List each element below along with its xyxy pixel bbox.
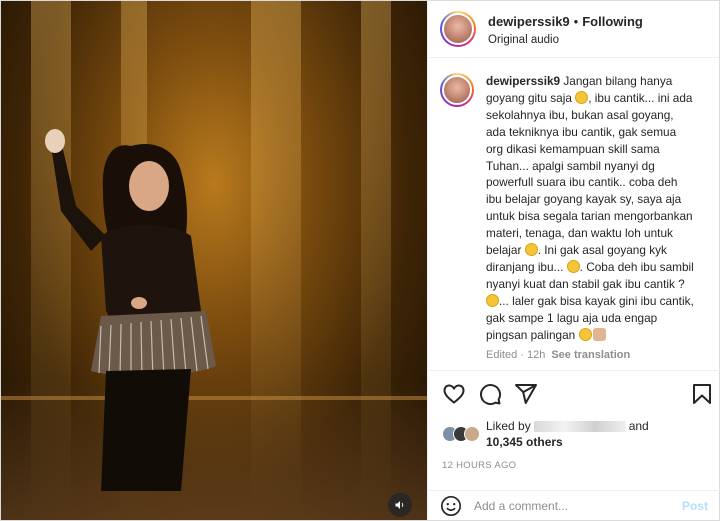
laughing-emoji-icon — [575, 90, 589, 104]
caption-text: , ibu cantik... ini ada sekolahnya ibu, … — [486, 90, 693, 258]
liked-by-label: Liked by — [486, 419, 531, 433]
author-username[interactable]: dewiperssik9 — [488, 14, 570, 29]
comment-form: Post — [428, 490, 720, 520]
action-bar — [428, 372, 720, 416]
likes-summary: Liked by and 10,345 others — [486, 418, 649, 450]
sound-toggle-button[interactable] — [388, 493, 412, 517]
caption-username[interactable]: dewiperssik9 — [486, 74, 560, 88]
caption: dewiperssik9 Jangan bilang hanya goyang … — [440, 73, 696, 363]
comment-input[interactable] — [474, 498, 682, 513]
comments-section[interactable]: dewiperssik9 Jangan bilang hanya goyang … — [428, 59, 720, 371]
others-count-link[interactable]: 10,345 others — [486, 435, 563, 449]
caption-body: dewiperssik9 Jangan bilang hanya goyang … — [486, 73, 696, 363]
separator-dot: • — [573, 13, 579, 29]
speaker-icon — [395, 501, 404, 509]
heart-icon[interactable] — [442, 382, 466, 406]
dancer-figure — [45, 129, 216, 491]
post-side-panel: dewiperssik9 • Following Original audio de… — [427, 1, 720, 520]
post-time[interactable]: 12 HOURS AGO — [442, 460, 516, 471]
author-avatar[interactable] — [440, 11, 476, 47]
see-translation-link[interactable]: See translation — [551, 349, 630, 361]
and-label: and — [628, 419, 649, 433]
caption-author-avatar[interactable] — [440, 73, 474, 107]
likes-row: Liked by and 10,345 others — [442, 418, 649, 450]
grinning-emoji-icon — [486, 293, 499, 307]
comment-icon[interactable] — [478, 382, 502, 406]
video-player[interactable] — [1, 1, 427, 520]
edited-time: Edited · 12h — [486, 348, 546, 361]
praying-hands-emoji-icon — [592, 327, 606, 341]
laughing-emoji-icon — [566, 259, 580, 273]
audio-link[interactable]: Original audio — [488, 34, 643, 46]
caption-meta: Edited · 12h See translation — [486, 347, 696, 364]
liker-avatar — [464, 426, 480, 442]
bookmark-icon[interactable] — [690, 382, 714, 406]
laughing-emoji-icon — [578, 327, 592, 341]
post-button[interactable]: Post — [682, 499, 708, 513]
post-header: dewiperssik9 • Following Original audio — [428, 1, 719, 58]
liker-avatars[interactable] — [442, 426, 480, 442]
following-button[interactable]: Following — [582, 14, 643, 29]
share-icon[interactable] — [514, 382, 538, 406]
redacted-username — [533, 421, 626, 433]
emoji-icon[interactable] — [440, 495, 462, 517]
grinning-emoji-icon — [524, 243, 538, 257]
